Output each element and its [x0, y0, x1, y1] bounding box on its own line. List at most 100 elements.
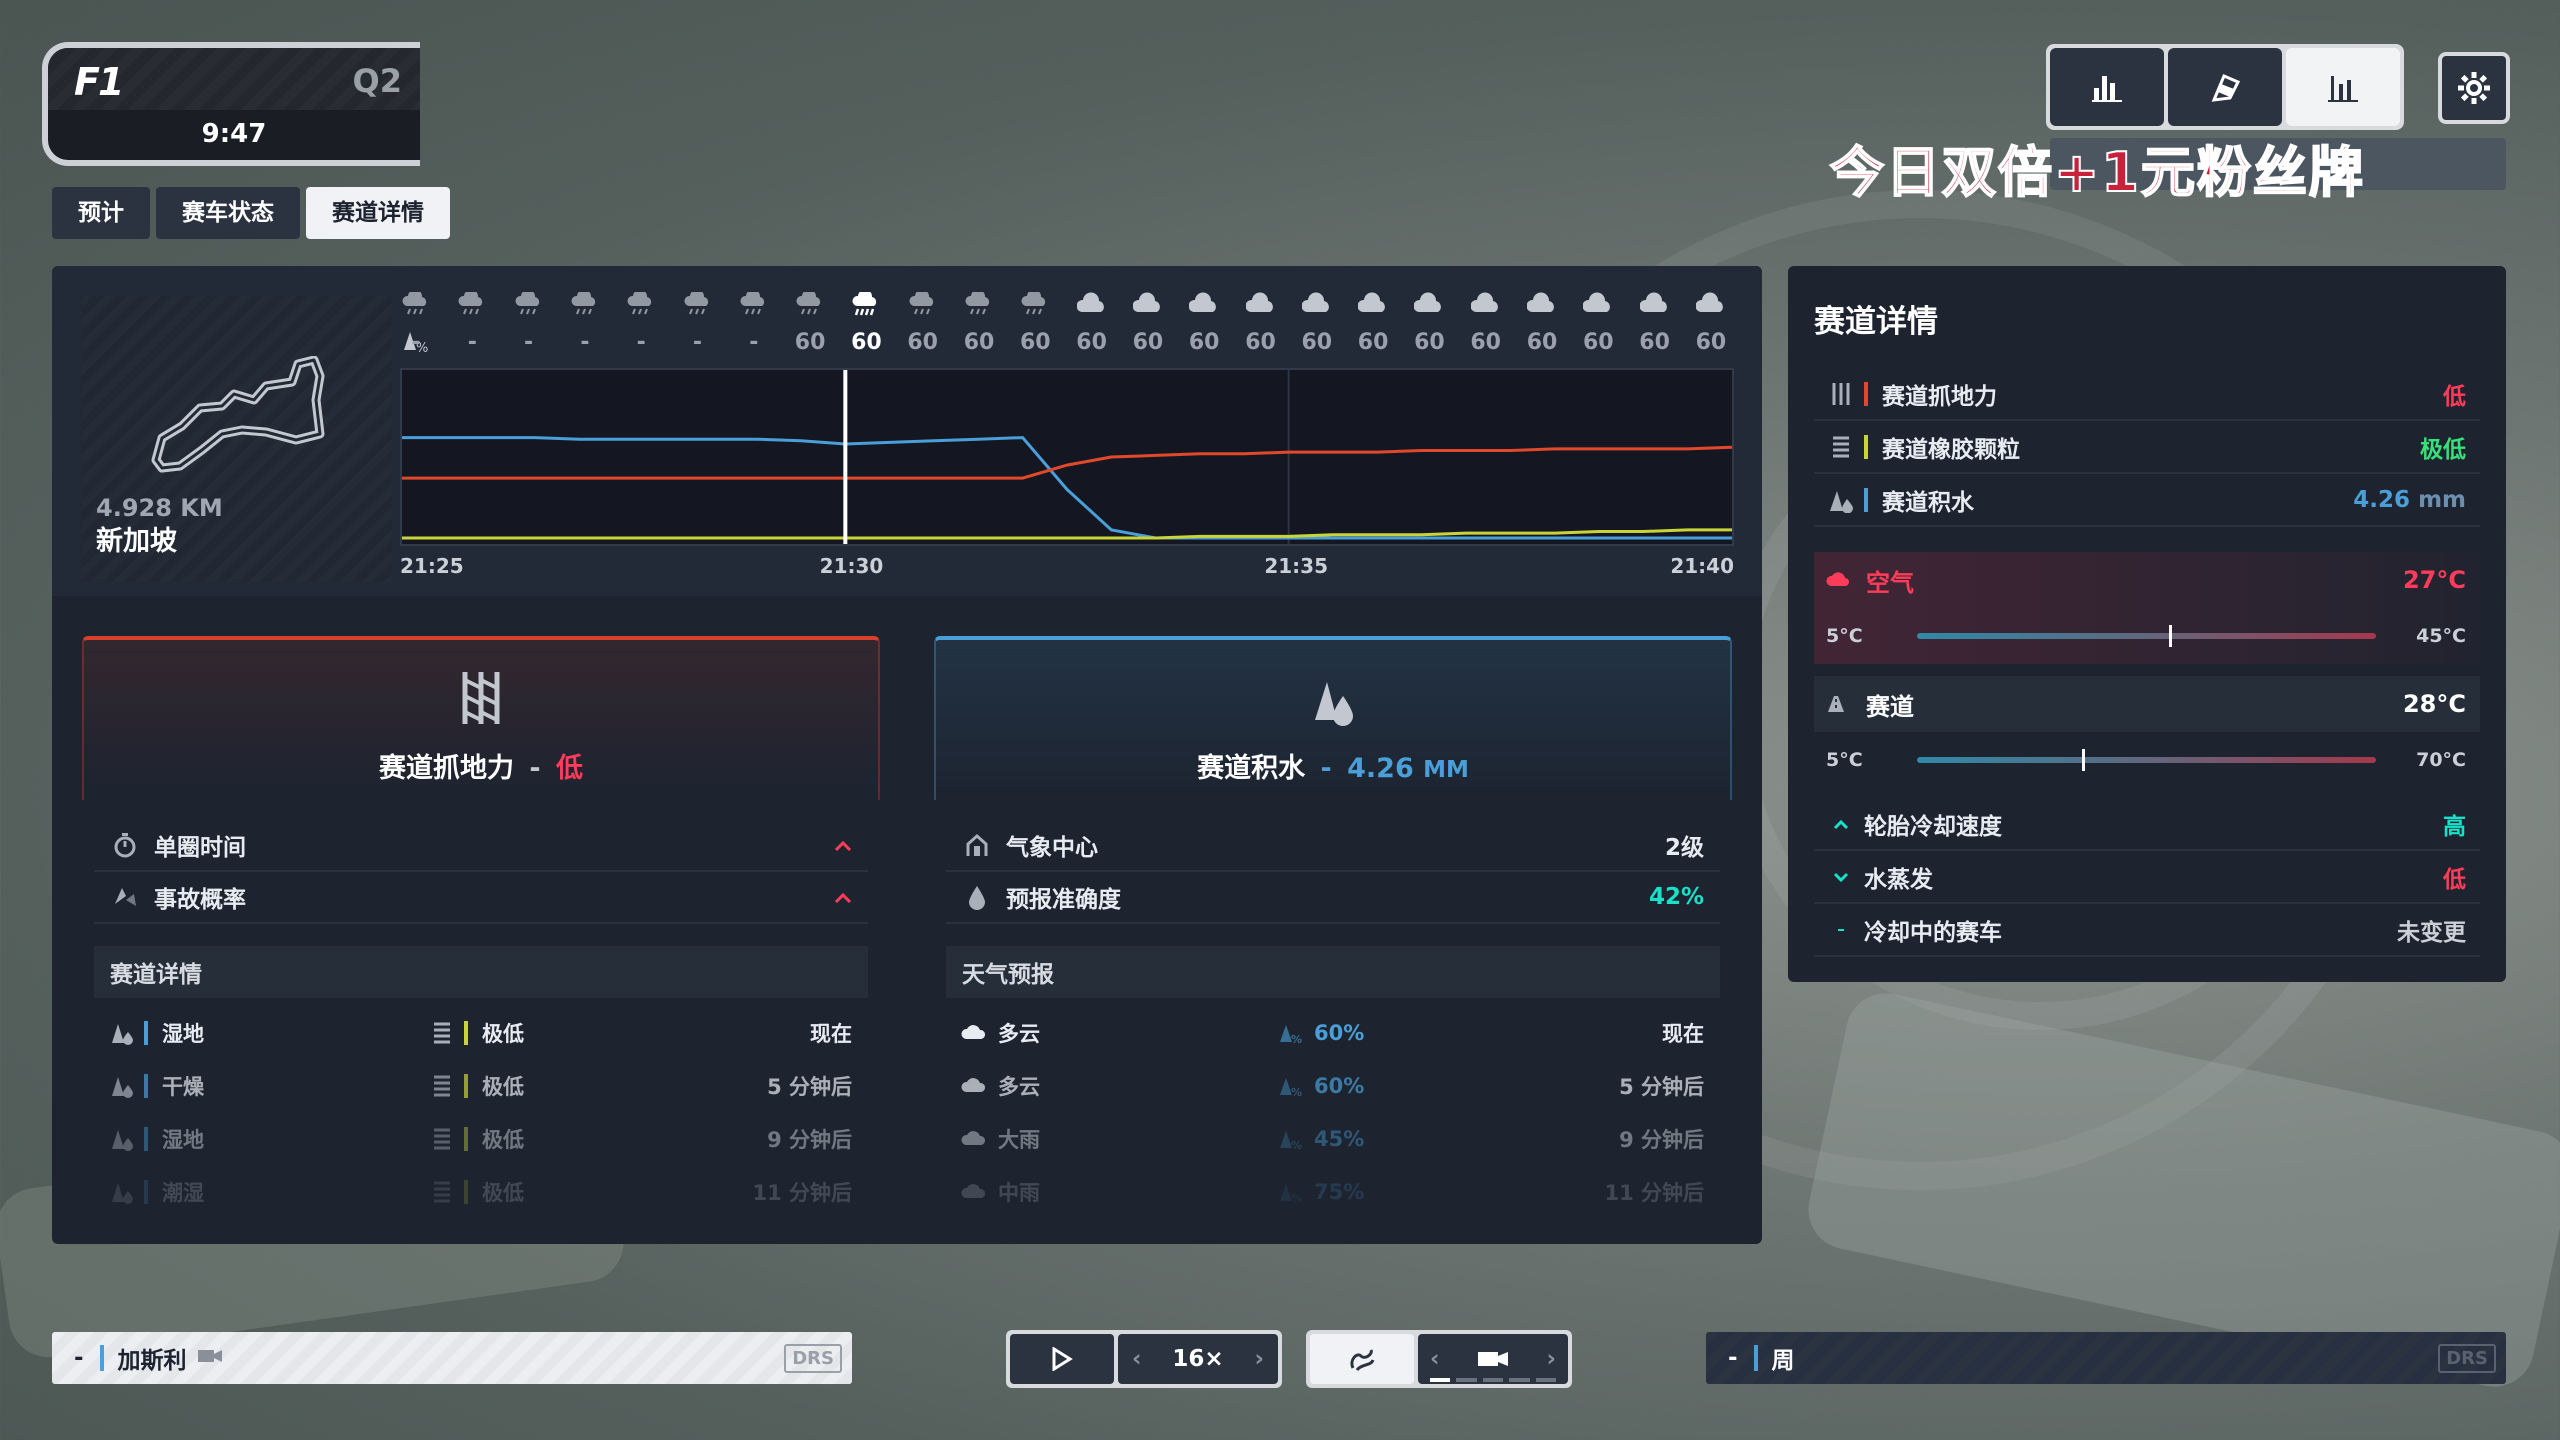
weather-center-value: 2级 — [1664, 835, 1704, 861]
state-color-bar — [144, 1073, 148, 1098]
forecast-probability: - — [749, 330, 759, 355]
chevron-right-icon[interactable]: › — [1547, 1346, 1556, 1372]
time-label: 现在 — [810, 1021, 852, 1046]
forecast-probability: 60 — [851, 330, 882, 355]
rain-probability-value: 45% — [1314, 1126, 1365, 1151]
chart-series-line — [402, 436, 1732, 540]
grip-color-bar — [1864, 381, 1868, 406]
accident-probability-row[interactable]: 事故概率 — [94, 872, 868, 924]
track-temp-header: 赛道 28°C — [1814, 676, 2480, 732]
time-label: 11 分钟后 — [1604, 1180, 1704, 1205]
time-label: 9 分钟后 — [1619, 1127, 1704, 1152]
weather-center-row[interactable]: 气象中心 2级 — [946, 820, 1720, 872]
stopwatch-icon — [110, 832, 140, 858]
cloud-icon — [1076, 292, 1107, 316]
chevron-up-icon — [834, 832, 852, 858]
chevron-left-icon[interactable]: ‹ — [1430, 1346, 1439, 1372]
water-title-text: 赛道积水 — [1197, 753, 1306, 784]
race-control-view-button[interactable] — [2168, 48, 2282, 126]
air-temp-gradient — [1916, 625, 2377, 647]
grip-card: 赛道抓地力 - 低 单圈时间 事故概率 赛道详情 湿地 极低 现在 干燥 极低 5 分钟后… — [82, 636, 880, 1230]
water-card-header: 赛道积水 - 4.26 MM — [934, 636, 1732, 800]
cloud-light-rain-icon — [514, 289, 544, 316]
standings-view-button[interactable] — [2050, 48, 2164, 126]
forecast-probability: - — [524, 330, 534, 355]
chart-x-axis: 21:25 21:30 21:35 21:40 — [400, 554, 1734, 584]
rubber-icon — [428, 1073, 456, 1099]
accident-icon — [110, 884, 140, 910]
forecast-accuracy-label: 预报准确度 — [1006, 887, 1121, 913]
tyre-cooling-label: 轮胎冷却速度 — [1864, 813, 2002, 840]
flag-icon — [2211, 74, 2241, 102]
air-temp-header: 空气 27°C — [1814, 552, 2480, 608]
driver-ahead-bar[interactable]: - 加斯利 DRS — [52, 1332, 852, 1384]
track-view-button[interactable] — [2286, 48, 2400, 126]
bar-chart-icon — [2092, 76, 2122, 102]
forecast-probability: 60 — [1414, 330, 1445, 355]
weather-forecast-section-title: 天气预报 — [946, 946, 1720, 998]
cloud-icon — [1132, 292, 1163, 316]
track-grip-label: 赛道抓地力 — [1882, 383, 1997, 410]
track-state-label: 湿地 — [162, 1127, 204, 1152]
grip-card-header: 赛道抓地力 - 低 — [82, 636, 880, 800]
forecast-probability: 60 — [963, 330, 995, 355]
grip-icon — [462, 672, 500, 724]
tab-track-details[interactable]: 赛道详情 — [306, 187, 450, 239]
water-card-title: 赛道积水 - 4.26 MM — [936, 746, 1730, 785]
track-state-label: 干燥 — [162, 1074, 204, 1099]
cloud-icon — [1357, 292, 1388, 316]
rubber-icon — [428, 1179, 456, 1205]
track-state-icon — [108, 1020, 136, 1046]
track-grip-row: 赛道抓地力 低 — [1814, 368, 2480, 421]
cloud-icon — [1826, 572, 1856, 588]
tab-car-status[interactable]: 赛车状态 — [156, 187, 300, 239]
evaporation-label: 水蒸发 — [1864, 866, 1933, 893]
cloud-icon — [960, 1073, 988, 1099]
rubber-color-bar — [464, 1020, 468, 1045]
rubber-color-bar — [1864, 434, 1868, 459]
play-button[interactable] — [1010, 1334, 1114, 1384]
cloud-light-rain-icon — [683, 289, 713, 316]
forecast-accuracy-row[interactable]: 预报准确度 42% — [946, 872, 1720, 924]
grip-title-separator: - — [529, 753, 541, 784]
weather-forecast-row: 大雨% 45% 9 分钟后 — [946, 1112, 1720, 1165]
weather-label: 多云 — [998, 1021, 1040, 1046]
session-label: Q2 — [352, 62, 402, 100]
weather-label: 大雨 — [998, 1127, 1040, 1152]
driver-behind-bar[interactable]: - 周 DRS — [1706, 1332, 2506, 1384]
lap-time-row[interactable]: 单圈时间 — [94, 820, 868, 872]
track-water-label: 赛道积水 — [1882, 489, 1974, 516]
cloud-icon — [1526, 292, 1557, 316]
weather-forecast-row: 多云% 60% 现在 — [946, 1006, 1720, 1059]
track-stats-icon — [2328, 76, 2358, 102]
tab-forecast[interactable]: 预计 — [52, 187, 150, 239]
forecast-probability: 60 — [1357, 330, 1389, 355]
drop-icon — [962, 884, 992, 910]
camera-selector[interactable]: ‹ › — [1418, 1334, 1568, 1384]
air-temp-min: 5°C — [1826, 625, 1863, 647]
f1-logo: F1 — [74, 60, 124, 104]
grip-title-text: 赛道抓地力 — [378, 753, 514, 784]
track-map-icon — [151, 356, 325, 473]
track-temp-value: 28°C — [2402, 690, 2466, 718]
rain-icon — [960, 1179, 988, 1205]
chart-x-tick: 21:35 — [1264, 554, 1328, 578]
water-unit: MM — [1423, 757, 1469, 783]
forecast-accuracy-value: 42% — [1648, 884, 1704, 910]
team-color-bar — [1753, 1345, 1758, 1371]
track-state-icon — [108, 1073, 136, 1099]
water-card: 赛道积水 - 4.26 MM 气象中心 2级 预报准确度 42% 天气预报 多云… — [934, 636, 1732, 1230]
settings-button[interactable] — [2438, 52, 2510, 124]
grip-card-title: 赛道抓地力 - 低 — [84, 746, 878, 785]
speed-selector[interactable]: ‹ 16× › — [1118, 1334, 1278, 1384]
rubber-color-bar — [464, 1126, 468, 1151]
track-view-toggle[interactable] — [1310, 1334, 1414, 1384]
water-title-separator: - — [1320, 753, 1332, 784]
track-water-number: 4.26 — [2353, 486, 2411, 513]
cloud-icon — [1244, 292, 1276, 316]
track-state-icon — [108, 1126, 136, 1152]
track-state-label: 湿地 — [162, 1021, 204, 1046]
chevron-right-icon[interactable]: › — [1255, 1346, 1264, 1372]
chevron-left-icon[interactable]: ‹ — [1132, 1346, 1141, 1372]
evaporation-value: 低 — [2443, 866, 2466, 893]
